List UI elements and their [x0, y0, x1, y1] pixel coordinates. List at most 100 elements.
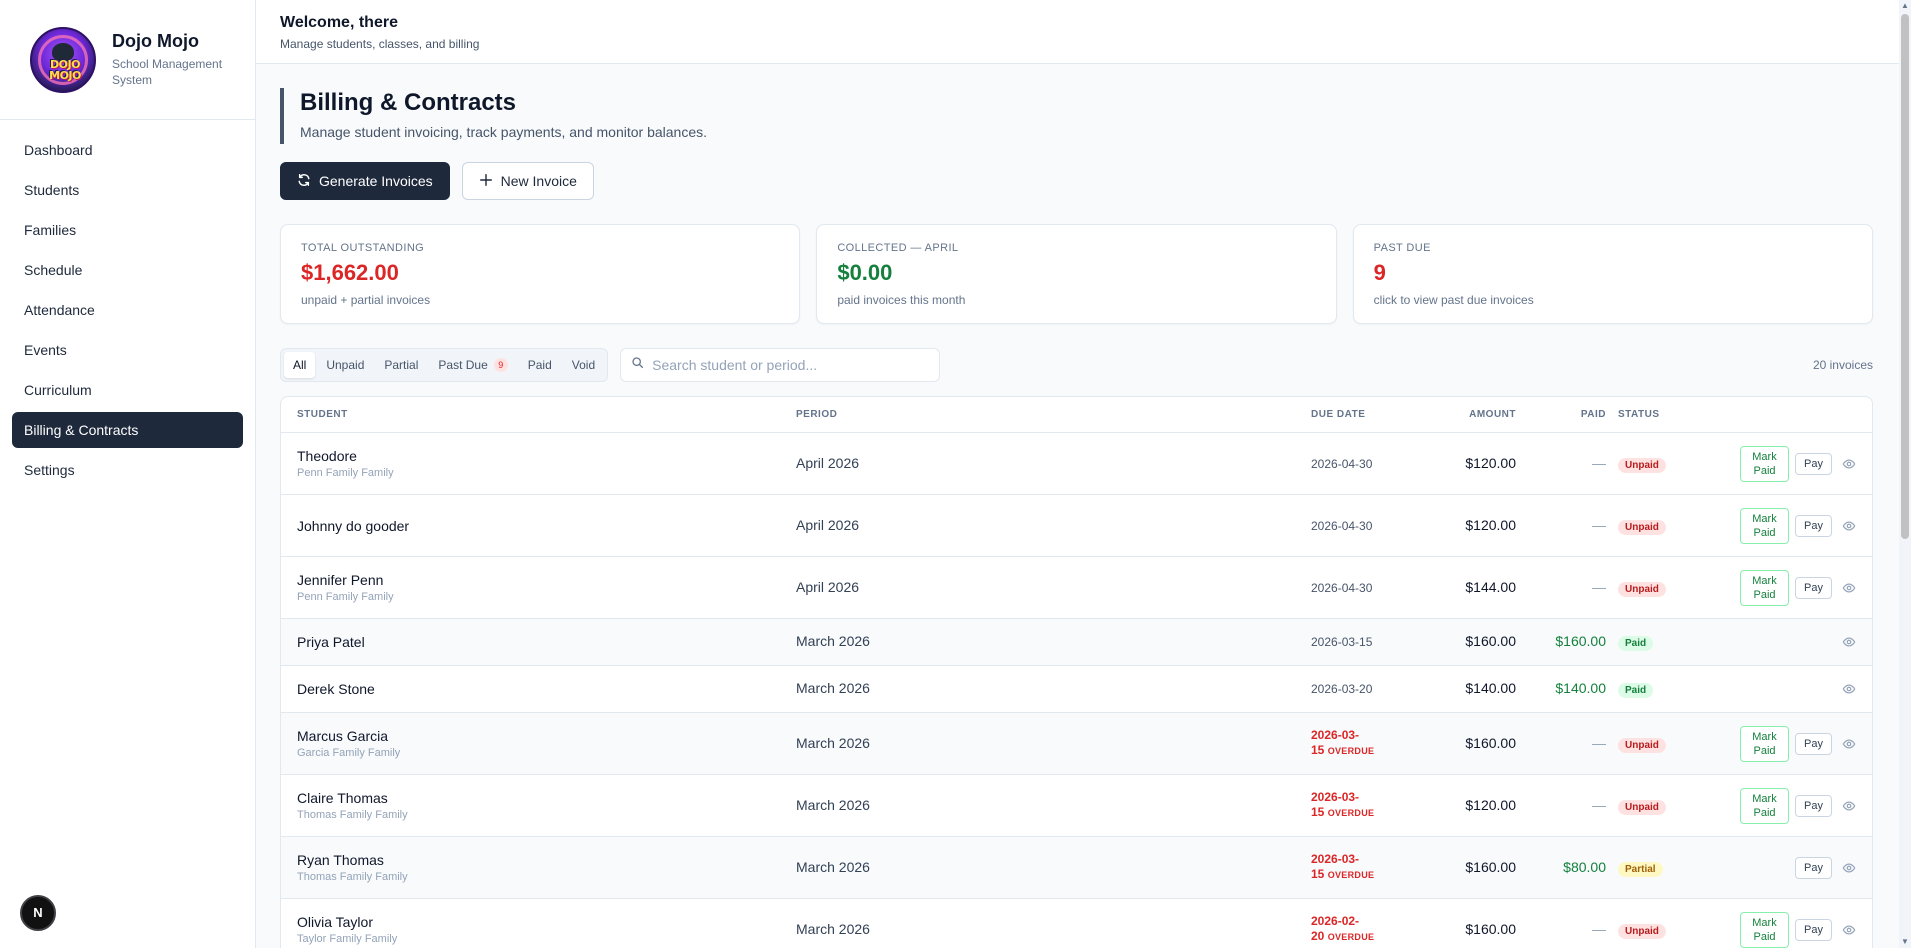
family-name: Penn Family Family: [297, 467, 394, 479]
student-name[interactable]: Jennifer Penn: [297, 572, 796, 588]
tab-paid[interactable]: Paid: [519, 352, 561, 378]
student-name[interactable]: Johnny do gooder: [297, 518, 796, 534]
pay-button[interactable]: Pay: [1795, 576, 1832, 599]
col-amount[interactable]: AMOUNT: [1431, 409, 1516, 420]
student-name[interactable]: Priya Patel: [297, 634, 796, 650]
mark-paid-button[interactable]: Mark Paid: [1740, 911, 1789, 948]
card-label: TOTAL OUTSTANDING: [301, 242, 425, 254]
pay-button[interactable]: Pay: [1795, 918, 1832, 941]
due-date: 2026-03-20: [1311, 682, 1373, 696]
student-cell: Johnny do gooder: [281, 518, 796, 534]
status-badge: Unpaid: [1618, 737, 1666, 753]
view-eye-icon[interactable]: [1842, 737, 1856, 751]
student-cell: Theodore Penn Family Family: [281, 448, 796, 479]
pay-button[interactable]: Pay: [1795, 794, 1832, 817]
family-name: Thomas Family Family: [297, 871, 408, 883]
page-scrollbar[interactable]: ▲ ▼: [1899, 0, 1911, 948]
tab-partial[interactable]: Partial: [375, 352, 427, 378]
amount-cell: $140.00: [1431, 680, 1516, 698]
period: April 2026: [796, 578, 860, 595]
tab-all[interactable]: All: [284, 352, 316, 378]
status-cell: Partial: [1606, 859, 1696, 877]
paid-cell: —: [1516, 797, 1606, 815]
period-cell: March 2026: [796, 797, 1311, 815]
scroll-down-arrow-icon[interactable]: ▼: [1901, 938, 1909, 946]
view-eye-icon[interactable]: [1842, 457, 1856, 471]
search-box[interactable]: [620, 348, 941, 382]
period: March 2026: [796, 920, 870, 937]
col-student[interactable]: STUDENT: [281, 409, 796, 420]
welcome-title: Welcome, there: [280, 14, 398, 31]
mark-paid-button[interactable]: Mark Paid: [1740, 507, 1789, 544]
view-eye-icon[interactable]: [1842, 581, 1856, 595]
paid-amount: $140.00: [1555, 680, 1606, 696]
sidebar-item-curriculum[interactable]: Curriculum: [12, 372, 243, 408]
pay-button[interactable]: Pay: [1795, 856, 1832, 879]
main-content: Billing & Contracts Manage student invoi…: [280, 64, 1873, 948]
action-bar: Generate Invoices New Invoice: [280, 162, 1873, 200]
student-name[interactable]: Olivia Taylor: [297, 914, 796, 930]
sidebar-item-attendance[interactable]: Attendance: [12, 292, 243, 328]
sidebar-item-families[interactable]: Families: [12, 212, 243, 248]
scroll-thumb[interactable]: [1901, 14, 1909, 539]
period-cell: April 2026: [796, 579, 1311, 597]
student-name[interactable]: Ryan Thomas: [297, 852, 796, 868]
student-name[interactable]: Marcus Garcia: [297, 728, 796, 744]
col-paid[interactable]: PAID: [1516, 409, 1606, 420]
student-name[interactable]: Theodore: [297, 448, 796, 464]
table-body: Theodore Penn Family Family April 2026 2026…: [281, 433, 1872, 948]
pay-button[interactable]: Pay: [1795, 732, 1832, 755]
paid-cell: —: [1516, 579, 1606, 597]
generate-invoices-button[interactable]: Generate Invoices: [280, 162, 450, 200]
tab-void[interactable]: Void: [563, 352, 604, 378]
col-period[interactable]: PERIOD: [796, 409, 1311, 420]
dev-tools-button[interactable]: N: [20, 895, 56, 931]
search-input[interactable]: [652, 357, 923, 373]
view-eye-icon[interactable]: [1842, 635, 1856, 649]
mark-paid-button[interactable]: Mark Paid: [1740, 445, 1789, 482]
mark-paid-button[interactable]: Mark Paid: [1740, 725, 1789, 762]
view-eye-icon[interactable]: [1842, 519, 1856, 533]
due-date-overdue: 2026-03- 15 OVERDUE: [1311, 728, 1401, 759]
sidebar-item-settings[interactable]: Settings: [12, 452, 243, 488]
tab-unpaid[interactable]: Unpaid: [317, 352, 373, 378]
view-eye-icon[interactable]: [1842, 799, 1856, 813]
mark-paid-button[interactable]: Mark Paid: [1740, 569, 1789, 606]
mark-paid-label: Paid: [1753, 464, 1776, 477]
amount-cell: $120.00: [1431, 517, 1516, 535]
tab-label: Partial: [384, 358, 419, 372]
pay-button[interactable]: Pay: [1795, 452, 1832, 475]
card-value: $1,662.00: [301, 260, 399, 285]
sidebar-item-schedule[interactable]: Schedule: [12, 252, 243, 288]
tab-past-due[interactable]: Past Due 9: [429, 352, 516, 378]
status-cell: Unpaid: [1606, 517, 1696, 535]
new-invoice-button[interactable]: New Invoice: [461, 162, 594, 200]
row-actions: Mark Paid Pay: [1696, 787, 1872, 824]
due-cell: 2026-03-20: [1311, 682, 1431, 696]
col-status[interactable]: STATUS: [1606, 409, 1696, 420]
brand: DOJO MOJO Dojo Mojo School Management Sy…: [0, 0, 255, 120]
sidebar-item-billing[interactable]: Billing & Contracts: [12, 412, 243, 448]
sidebar-item-students[interactable]: Students: [12, 172, 243, 208]
col-due-date[interactable]: DUE DATE: [1311, 409, 1431, 420]
top-bar: Welcome, there Manage students, classes,…: [256, 0, 1899, 64]
status-cell: Unpaid: [1606, 579, 1696, 597]
view-eye-icon[interactable]: [1842, 923, 1856, 937]
pay-button[interactable]: Pay: [1795, 514, 1832, 537]
sidebar-item-events[interactable]: Events: [12, 332, 243, 368]
view-eye-icon[interactable]: [1842, 861, 1856, 875]
due-cell: 2026-04-30: [1311, 519, 1431, 533]
past-due-card[interactable]: PAST DUE 9 click to view past due invoic…: [1352, 224, 1873, 324]
sidebar-item-dashboard[interactable]: Dashboard: [12, 132, 243, 168]
student-name[interactable]: Claire Thomas: [297, 790, 796, 806]
dojo-mojo-logo: DOJO MOJO: [30, 26, 96, 93]
period: March 2026: [796, 734, 870, 751]
row-actions: Mark Paid Pay: [1696, 445, 1872, 482]
paid-cell: —: [1516, 517, 1606, 535]
student-name[interactable]: Derek Stone: [297, 681, 796, 697]
mark-paid-button[interactable]: Mark Paid: [1740, 787, 1789, 824]
card-value: $0.00: [837, 260, 893, 285]
scroll-up-arrow-icon[interactable]: ▲: [1901, 2, 1909, 10]
view-eye-icon[interactable]: [1842, 682, 1856, 696]
paid-amount: —: [1592, 734, 1606, 751]
